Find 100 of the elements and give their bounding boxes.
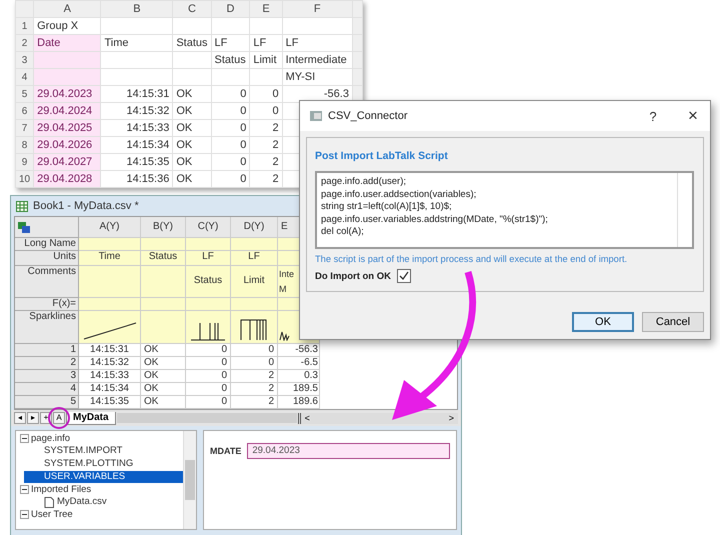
table-cell: 29.04.2023 [37, 88, 92, 100]
collapse-icon[interactable] [20, 434, 29, 443]
table-cell: OK [176, 156, 192, 168]
table-cell: 0 [221, 396, 227, 407]
table-cell: LF [214, 37, 228, 49]
sheet-nav-button[interactable]: A [53, 412, 65, 424]
table-cell: 29.04.2025 [37, 122, 92, 134]
cancel-button[interactable]: Cancel [642, 312, 704, 332]
column-header[interactable]: C(Y) [186, 217, 231, 238]
code-line: page.info.add(user); [321, 176, 408, 188]
code-line: string str1=left(col(A)[1]$, 10)$; [321, 201, 453, 214]
collapse-icon[interactable] [20, 485, 29, 494]
row-header[interactable]: 2 [15, 356, 79, 370]
table-cell: Status [214, 54, 246, 66]
row-header[interactable]: 2 [16, 34, 34, 52]
row-header[interactable]: 3 [16, 52, 34, 68]
sheet-nav-button[interactable]: ▸ [27, 412, 39, 424]
column-header[interactable]: D [211, 0, 250, 18]
table-cell: 14:15:34 [126, 139, 170, 151]
row-header[interactable]: 4 [16, 68, 34, 86]
table-cell [186, 238, 231, 252]
sparkline-icon [240, 316, 268, 341]
table-cell: 2 [272, 173, 279, 185]
sparkline-icon [279, 330, 290, 341]
row-header[interactable]: 1 [16, 18, 34, 34]
row-header[interactable]: 4 [15, 382, 79, 396]
table-cell: OK [144, 356, 158, 368]
table-cell: 2 [272, 139, 279, 151]
table-cell: OK [176, 88, 192, 100]
row-header[interactable]: 6 [16, 102, 34, 120]
table-cell: 0 [240, 88, 246, 100]
table-cell: 2 [272, 122, 279, 134]
sheet-nav-button[interactable]: ◂ [14, 412, 26, 424]
script-editor[interactable]: page.info.add(user); page.info.user.addsection(variables); string str1=left(col(A)[1]$, 10)$; page.info.user.variables.addstring(MDate, "%(str1$)"); del col(A); [315, 171, 694, 249]
help-button[interactable]: ? [636, 108, 670, 124]
table-cell: OK [176, 105, 192, 117]
tree-item[interactable]: USER.VARIABLES [24, 471, 183, 483]
row-header[interactable]: 7 [16, 120, 34, 136]
table-cell: 0 [272, 88, 279, 100]
tree-item[interactable]: User Tree [31, 509, 73, 520]
table-cell: 0 [272, 105, 279, 117]
row-header[interactable]: 8 [16, 136, 34, 154]
table-cell: 0.3 [304, 370, 318, 381]
row-header[interactable]: 5 [16, 86, 34, 102]
ok-button[interactable]: OK [572, 312, 634, 332]
table-cell: 2 [268, 370, 274, 381]
scroll-left-arrow[interactable]: < [304, 413, 310, 423]
row-header[interactable]: 9 [16, 154, 34, 170]
tree-item[interactable]: SYSTEM.PLOTTING [24, 458, 183, 470]
collapse-icon[interactable] [20, 510, 29, 519]
checkbox[interactable] [397, 269, 411, 283]
table-cell: 14:15:31 [90, 344, 129, 355]
tree-item[interactable]: Imported Files [31, 484, 92, 495]
table-cell: OK [144, 344, 158, 355]
table-cell: OK [176, 173, 192, 185]
table-cell: 189.6 [292, 396, 318, 407]
table-cell: 29.04.2027 [37, 156, 92, 168]
close-button[interactable]: × [676, 105, 710, 127]
section-title: Post Import LabTalk Script [315, 150, 449, 162]
horizontal-scrollbar[interactable]: < > [298, 412, 458, 424]
column-header[interactable]: C [172, 0, 212, 18]
row-header[interactable]: 3 [15, 370, 79, 383]
column-header[interactable]: D(Y) [231, 217, 278, 238]
table-cell: -56.3 [295, 344, 318, 355]
dialog-title: CSV_Connector [328, 110, 408, 122]
tree-item[interactable]: page.info [31, 433, 70, 444]
scroll-right-arrow[interactable]: > [448, 413, 454, 423]
column-header[interactable]: B [100, 0, 173, 18]
column-header[interactable]: F [282, 0, 352, 18]
table-cell: 0 [221, 382, 227, 394]
table-cell: Time [104, 37, 128, 49]
cell-text: M [279, 283, 286, 296]
row-header[interactable]: 1 [15, 344, 79, 357]
table-cell: Status [176, 37, 208, 49]
table-cell: LF [286, 37, 298, 49]
table-cell: 0 [221, 370, 227, 381]
tree-item[interactable]: SYSTEM.IMPORT [24, 445, 183, 457]
column-header[interactable]: E [250, 0, 282, 18]
sheet-tab[interactable]: MyData [66, 412, 116, 424]
table-cell [141, 298, 186, 312]
column-header[interactable]: A(Y) [79, 217, 141, 238]
input-field[interactable]: 29.04.2023 [247, 443, 450, 459]
code-line: page.info.user.variables.addstring(MDate, "%(str1$)"); [321, 214, 549, 226]
table-cell: MY-SI [286, 71, 316, 83]
table-cell: LF [231, 251, 278, 266]
vertical-scrollbar[interactable] [183, 431, 196, 529]
table-cell: 0 [268, 344, 274, 355]
table-cell: 2 [272, 156, 279, 168]
table-cell: Limit [253, 54, 277, 66]
row-header[interactable]: 10 [16, 170, 34, 188]
column-header[interactable]: B(Y) [141, 217, 186, 238]
table-cell: OK [144, 382, 158, 394]
help-text: The script is part of the import process and will execute at the end of import. [315, 254, 628, 264]
column-header[interactable]: A [34, 0, 101, 18]
row-header[interactable]: 5 [15, 396, 79, 409]
table-cell: OK [144, 396, 158, 407]
table-cell: 2 [268, 396, 274, 407]
table-cell: -56.3 [324, 88, 349, 100]
table-cell: 14:15:36 [126, 173, 170, 185]
tree-item[interactable]: MyData.csv [24, 496, 183, 508]
